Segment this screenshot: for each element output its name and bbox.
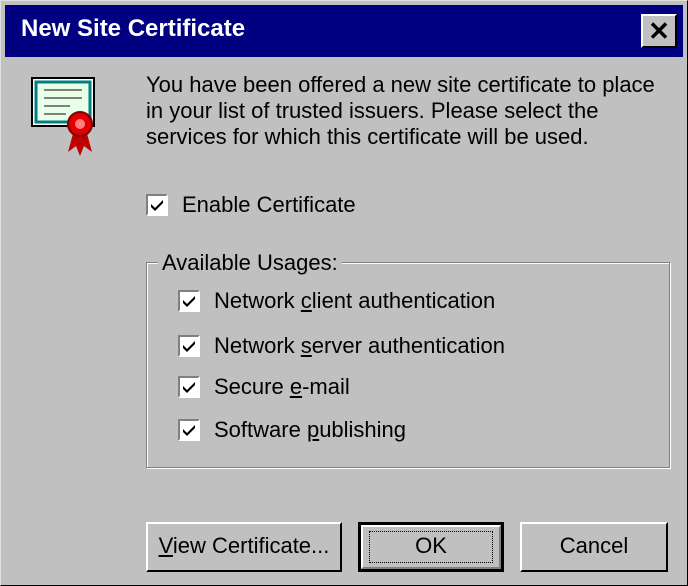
view-certificate-button[interactable]: View Certificate...	[146, 522, 342, 572]
usage-network-server-checkbox[interactable]: Network server authentication	[178, 333, 505, 359]
close-button[interactable]: ✕	[641, 14, 677, 48]
usage-secure-email-checkbox[interactable]: Secure e-mail	[178, 374, 350, 400]
checkbox-box[interactable]	[178, 335, 200, 357]
title-bar[interactable]: New Site Certificate ✕	[5, 5, 683, 57]
cancel-button-label: Cancel	[559, 533, 629, 558]
usage-label: Network client authentication	[214, 288, 496, 313]
checkmark-icon	[183, 341, 195, 352]
checkmark-icon	[183, 296, 195, 307]
checkmark-icon	[151, 200, 163, 211]
usage-label: Secure e-mail	[214, 374, 350, 399]
available-usages-legend: Available Usages:	[158, 250, 342, 276]
usage-label: Network server authentication	[214, 333, 506, 358]
ok-button-label: OK	[415, 533, 447, 558]
checkmark-icon	[183, 382, 195, 393]
checkmark-icon	[183, 425, 195, 436]
message-text: You have been offered a new site certifi…	[146, 72, 655, 149]
usage-software-publishing-checkbox[interactable]: Software publishing	[178, 417, 406, 443]
cancel-button[interactable]: Cancel	[520, 522, 668, 572]
close-icon: ✕	[648, 16, 670, 46]
ok-button[interactable]: OK	[358, 522, 504, 572]
checkbox-box[interactable]	[178, 290, 200, 312]
enable-certificate-label: Enable Certificate	[182, 192, 356, 217]
window-title: New Site Certificate	[21, 15, 246, 42]
checkbox-box[interactable]	[146, 194, 168, 216]
checkbox-box[interactable]	[178, 419, 200, 441]
usage-network-client-checkbox[interactable]: Network client authentication	[178, 288, 495, 314]
enable-certificate-checkbox[interactable]: Enable Certificate	[146, 192, 356, 218]
usage-label: Software publishing	[214, 417, 407, 442]
checkbox-box[interactable]	[178, 376, 200, 398]
certificate-icon	[31, 77, 95, 156]
